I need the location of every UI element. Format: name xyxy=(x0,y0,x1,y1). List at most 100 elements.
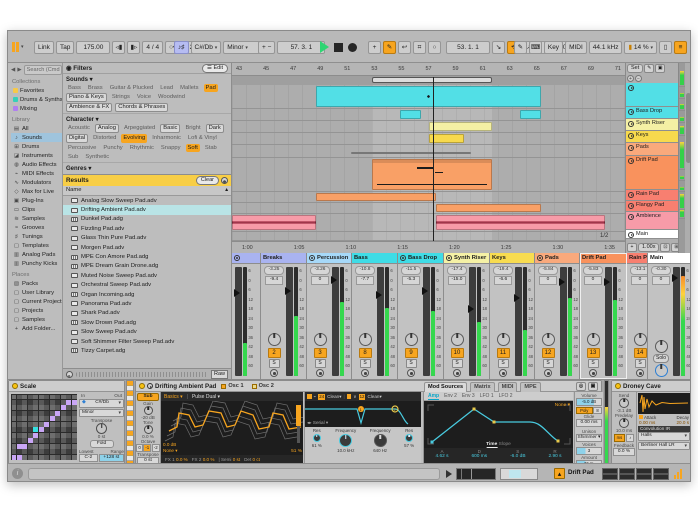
arrangement-position-field[interactable]: 57. 3. 1 xyxy=(277,41,325,54)
filter-tag[interactable]: Strings xyxy=(110,93,132,102)
arm-button[interactable] xyxy=(316,369,324,377)
pan-knob[interactable] xyxy=(587,333,600,346)
arm-button[interactable] xyxy=(407,369,415,377)
track-number-button[interactable]: 11 xyxy=(497,348,510,358)
solo-button[interactable]: S xyxy=(543,359,554,368)
mixer-track-name[interactable]: Breaks xyxy=(263,255,282,261)
result-item[interactable]: Glass Thin Pure Pad.adv xyxy=(63,234,231,243)
mixer-track-name[interactable]: Drift Pad xyxy=(582,255,606,261)
filter-tag[interactable]: Stab xyxy=(203,144,219,152)
pan-knob[interactable] xyxy=(405,333,418,346)
track-number-button[interactable]: 3 xyxy=(314,348,327,358)
zoom-overview[interactable] xyxy=(500,468,538,480)
result-item[interactable]: Drifting Ambient Pad.adv xyxy=(63,205,231,214)
arm-button[interactable] xyxy=(270,369,278,377)
ir-file-menu[interactable]: Berliner Hall LR▾ xyxy=(638,442,690,451)
raw-preview-button[interactable]: Raw xyxy=(211,370,228,379)
pan-knob[interactable] xyxy=(314,333,327,346)
loop-brace[interactable] xyxy=(372,77,492,83)
solo-button[interactable]: S xyxy=(498,359,509,368)
clip[interactable] xyxy=(400,110,421,119)
release-value[interactable]: 2.90 s xyxy=(548,454,561,459)
track-header-synth-riser[interactable]: Synth Riser xyxy=(626,119,678,131)
track-header-flangy-pad[interactable]: Flangy Pad xyxy=(626,201,678,212)
library-item[interactable]: ▤All xyxy=(11,124,62,133)
result-item[interactable]: Slow Drown Pad.adg xyxy=(63,318,231,327)
gain-field[interactable]: -7.7 xyxy=(356,276,374,285)
clip-overview[interactable] xyxy=(456,468,496,480)
play-button[interactable] xyxy=(320,41,329,53)
library-item[interactable]: ▢Templates xyxy=(11,241,62,250)
track-play-icon[interactable] xyxy=(628,232,634,238)
arm-button[interactable] xyxy=(361,369,369,377)
arm-button[interactable] xyxy=(499,369,507,377)
scale-icon[interactable]: ♪♯ xyxy=(174,41,189,54)
library-item[interactable]: ⌁MIDI Effects xyxy=(11,169,62,178)
record-button[interactable] xyxy=(348,43,357,52)
name-column-header[interactable]: Name xyxy=(66,186,81,195)
edit-filters-button[interactable]: ☰ Edit xyxy=(202,64,228,73)
volume-fader[interactable] xyxy=(673,267,680,376)
mixer-track-name[interactable]: Rain Pad xyxy=(629,255,647,261)
library-item[interactable]: ≈Grooves xyxy=(11,223,62,232)
mixer-track-name[interactable]: Main xyxy=(650,255,663,261)
track-number-button[interactable]: 12 xyxy=(542,348,555,358)
tab-osc2[interactable]: Osc 2 xyxy=(249,383,277,389)
track-number-button[interactable]: 14 xyxy=(634,348,647,358)
similarity-search-icon[interactable]: ⊕ xyxy=(221,177,228,184)
volume-fader[interactable] xyxy=(515,267,522,376)
filter-routing-menu[interactable]: ◂▸ Serial ▾ xyxy=(307,420,328,426)
scale-root-menu[interactable]: C#/Db ▾ xyxy=(191,41,222,54)
track-play-icon[interactable] xyxy=(628,203,634,209)
filter-tag[interactable]: Snappy xyxy=(159,144,183,152)
mod-section-tab[interactable]: Mod Sources xyxy=(424,382,467,392)
track-lane-flangy-pad[interactable] xyxy=(232,203,625,214)
volume-fader[interactable] xyxy=(286,267,293,376)
automation-slope-icon[interactable]: ✎ xyxy=(644,64,654,73)
filter2-res-knob[interactable] xyxy=(405,434,413,442)
filter-tag[interactable]: Arpeggiated xyxy=(122,124,157,133)
ms-mode-button[interactable]: ms xyxy=(614,434,626,442)
back-icon[interactable]: ◀ xyxy=(11,67,15,73)
track-state-icon[interactable] xyxy=(400,255,406,261)
predelay-knob[interactable] xyxy=(619,418,629,428)
map-icon[interactable]: ◎ xyxy=(576,382,586,391)
arm-button[interactable] xyxy=(544,369,552,377)
mod-section-tab[interactable]: Matrix xyxy=(470,382,494,392)
output-meter-icon[interactable] xyxy=(674,469,682,479)
wavetable-table-menu[interactable]: Pulse Dual ▾ xyxy=(192,394,220,400)
sub-tone-knob[interactable] xyxy=(144,425,153,434)
position-nudge[interactable]: + − xyxy=(258,41,275,54)
track-lane-ambience[interactable] xyxy=(232,214,625,232)
peak-level[interactable]: -5.84 xyxy=(538,266,558,275)
filter-tag[interactable]: Sub xyxy=(66,153,80,161)
filter-tag[interactable]: Distorted xyxy=(91,134,118,143)
filter-display[interactable]: 1 2 ◂▸ Serial ▾ xyxy=(305,401,421,427)
filter-tag[interactable]: Digital xyxy=(66,134,88,143)
result-item[interactable]: MPE Con Amore Pad.adg xyxy=(63,252,231,261)
solo-button[interactable]: S xyxy=(269,359,280,368)
mixer-track-name[interactable]: Synth Riser xyxy=(454,255,486,261)
library-item[interactable]: ◇Max for Live xyxy=(11,187,62,196)
track-header-drift-pad[interactable]: Drift Pad xyxy=(626,156,678,190)
track-header-ambience[interactable]: Ambience xyxy=(626,212,678,230)
result-item[interactable]: Orchestral Sweep Pad.adv xyxy=(63,281,231,290)
gain-field[interactable]: -15.0 xyxy=(448,276,466,285)
clip[interactable] xyxy=(436,215,605,230)
result-item[interactable]: Slow Sweep Pad.adv xyxy=(63,327,231,336)
result-item[interactable]: Tizzy Carpet.adg xyxy=(63,346,231,355)
track-number-button[interactable]: 10 xyxy=(451,348,464,358)
filter-tag[interactable]: Voice xyxy=(135,93,153,102)
volume-fader[interactable] xyxy=(377,267,384,376)
ir-category-menu[interactable]: Halls▾ xyxy=(638,432,690,441)
scale-in-dropdown[interactable]: ◆C#/Db▾ xyxy=(79,399,124,408)
mixer-track-name[interactable]: Bass xyxy=(354,255,368,261)
track-off-icon[interactable] xyxy=(628,145,634,151)
filter-tag[interactable]: Bright xyxy=(183,124,202,133)
filter-tag[interactable]: Brass xyxy=(86,84,105,92)
draw-mode-button[interactable]: ✎ xyxy=(514,41,527,54)
places-item[interactable]: ▧Packs xyxy=(11,279,62,288)
result-item[interactable]: Dunkel Pad.adg xyxy=(63,215,231,224)
volume-fader[interactable] xyxy=(332,267,339,376)
volume-fader[interactable] xyxy=(605,267,612,376)
